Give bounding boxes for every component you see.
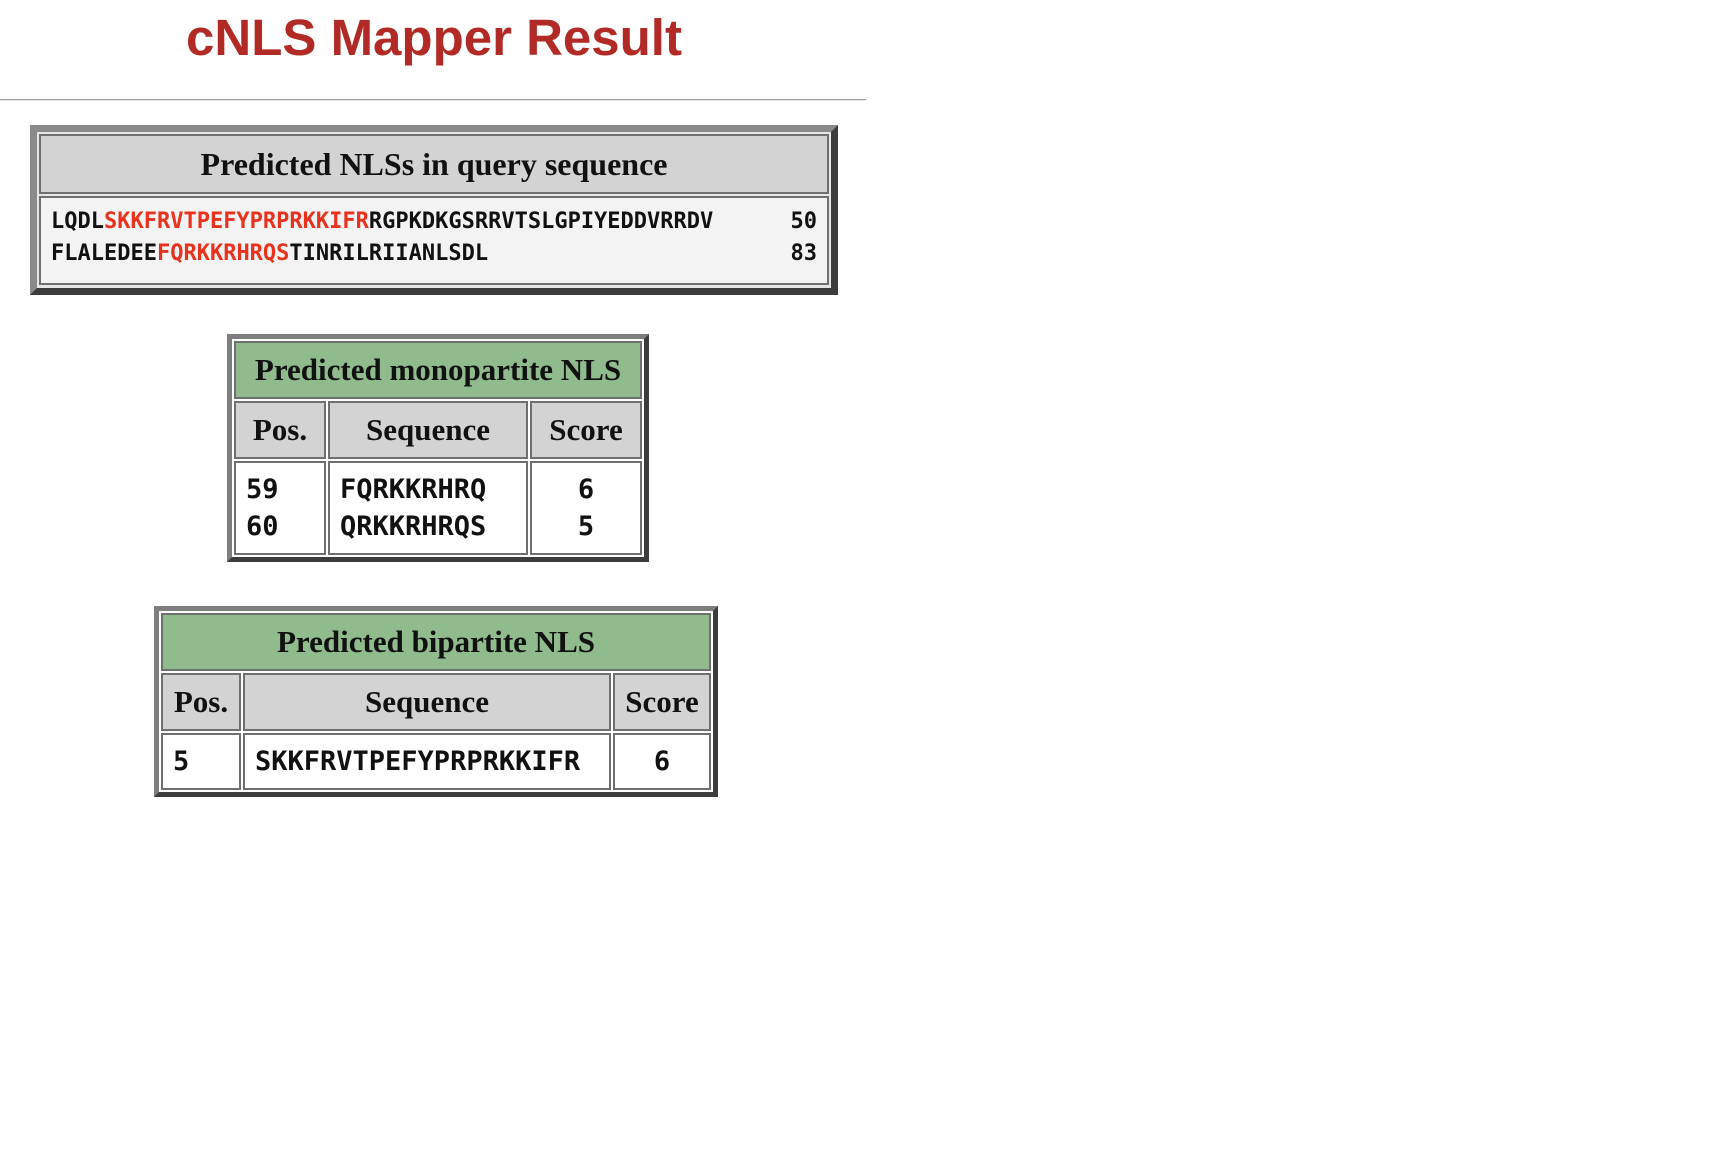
table-row: 5 SKKFRVTPEFYPRPRKKIFR 6	[161, 733, 711, 790]
monopartite-table-caption: Predicted monopartite NLS	[234, 341, 642, 399]
column-header-pos: Pos.	[161, 673, 241, 731]
sequence-text: FLALEDEEFQRKKRHRQSTINRILRIIANLSDL	[51, 238, 488, 270]
column-header-pos: Pos.	[234, 401, 326, 459]
sequence-segment: TINRILRIIANLSDL	[289, 241, 489, 266]
sequence-segment: FLALEDEE	[51, 241, 157, 266]
nls-highlight-segment: FQRKKRHRQS	[156, 241, 290, 266]
sequence-line-number: 83	[790, 241, 818, 266]
column-header-score: Score	[613, 673, 711, 731]
pos-value: 59	[246, 474, 279, 505]
pos-value: 60	[246, 511, 279, 542]
sequence-line: FLALEDEEFQRKKRHRQSTINRILRIIANLSDL 83	[51, 238, 817, 270]
sequence-segment: LQDL	[51, 209, 104, 234]
score-cell: 6	[613, 733, 711, 790]
score-value: 6	[577, 474, 595, 505]
monopartite-nls-table: Predicted monopartite NLS Pos. Sequence …	[227, 334, 649, 562]
sequence-line-number: 50	[790, 209, 818, 234]
nls-highlight-segment: SKKFRVTPEFYPRPRKKIFR	[103, 209, 369, 234]
pos-cell: 59 60	[234, 461, 326, 555]
query-sequence-header: Predicted NLSs in query sequence	[39, 134, 829, 194]
sequence-value: FQRKKRHRQ	[340, 474, 487, 505]
page-title: cNLS Mapper Result	[186, 9, 682, 66]
sequence-line: LQDLSKKFRVTPEFYPRPRKKIFRRGPKDKGSRRVTSLGP…	[51, 206, 817, 238]
sequence-value: QRKKRHRQS	[340, 511, 487, 542]
score-cell: 6 5	[530, 461, 642, 555]
sequence-segment: RGPKDKGSRRVTSLGPIYEDDVRRDV	[368, 209, 714, 234]
pos-cell: 5	[161, 733, 241, 790]
title-divider	[0, 99, 866, 101]
sequence-cell: FQRKKRHRQ QRKKRHRQS	[328, 461, 528, 555]
bipartite-table-caption: Predicted bipartite NLS	[161, 613, 711, 671]
score-value: 5	[577, 511, 595, 542]
table-row: 59 60 FQRKKRHRQ QRKKRHRQS 6 5	[234, 461, 642, 555]
column-header-score: Score	[530, 401, 642, 459]
query-sequence-panel: Predicted NLSs in query sequence LQDLSKK…	[30, 125, 838, 295]
column-header-sequence: Sequence	[243, 673, 611, 731]
bipartite-nls-table: Predicted bipartite NLS Pos. Sequence Sc…	[154, 606, 718, 797]
sequence-cell: SKKFRVTPEFYPRPRKKIFR	[243, 733, 611, 790]
column-header-sequence: Sequence	[328, 401, 528, 459]
query-sequence-body: LQDLSKKFRVTPEFYPRPRKKIFRRGPKDKGSRRVTSLGP…	[39, 196, 829, 285]
sequence-text: LQDLSKKFRVTPEFYPRPRKKIFRRGPKDKGSRRVTSLGP…	[51, 206, 713, 238]
